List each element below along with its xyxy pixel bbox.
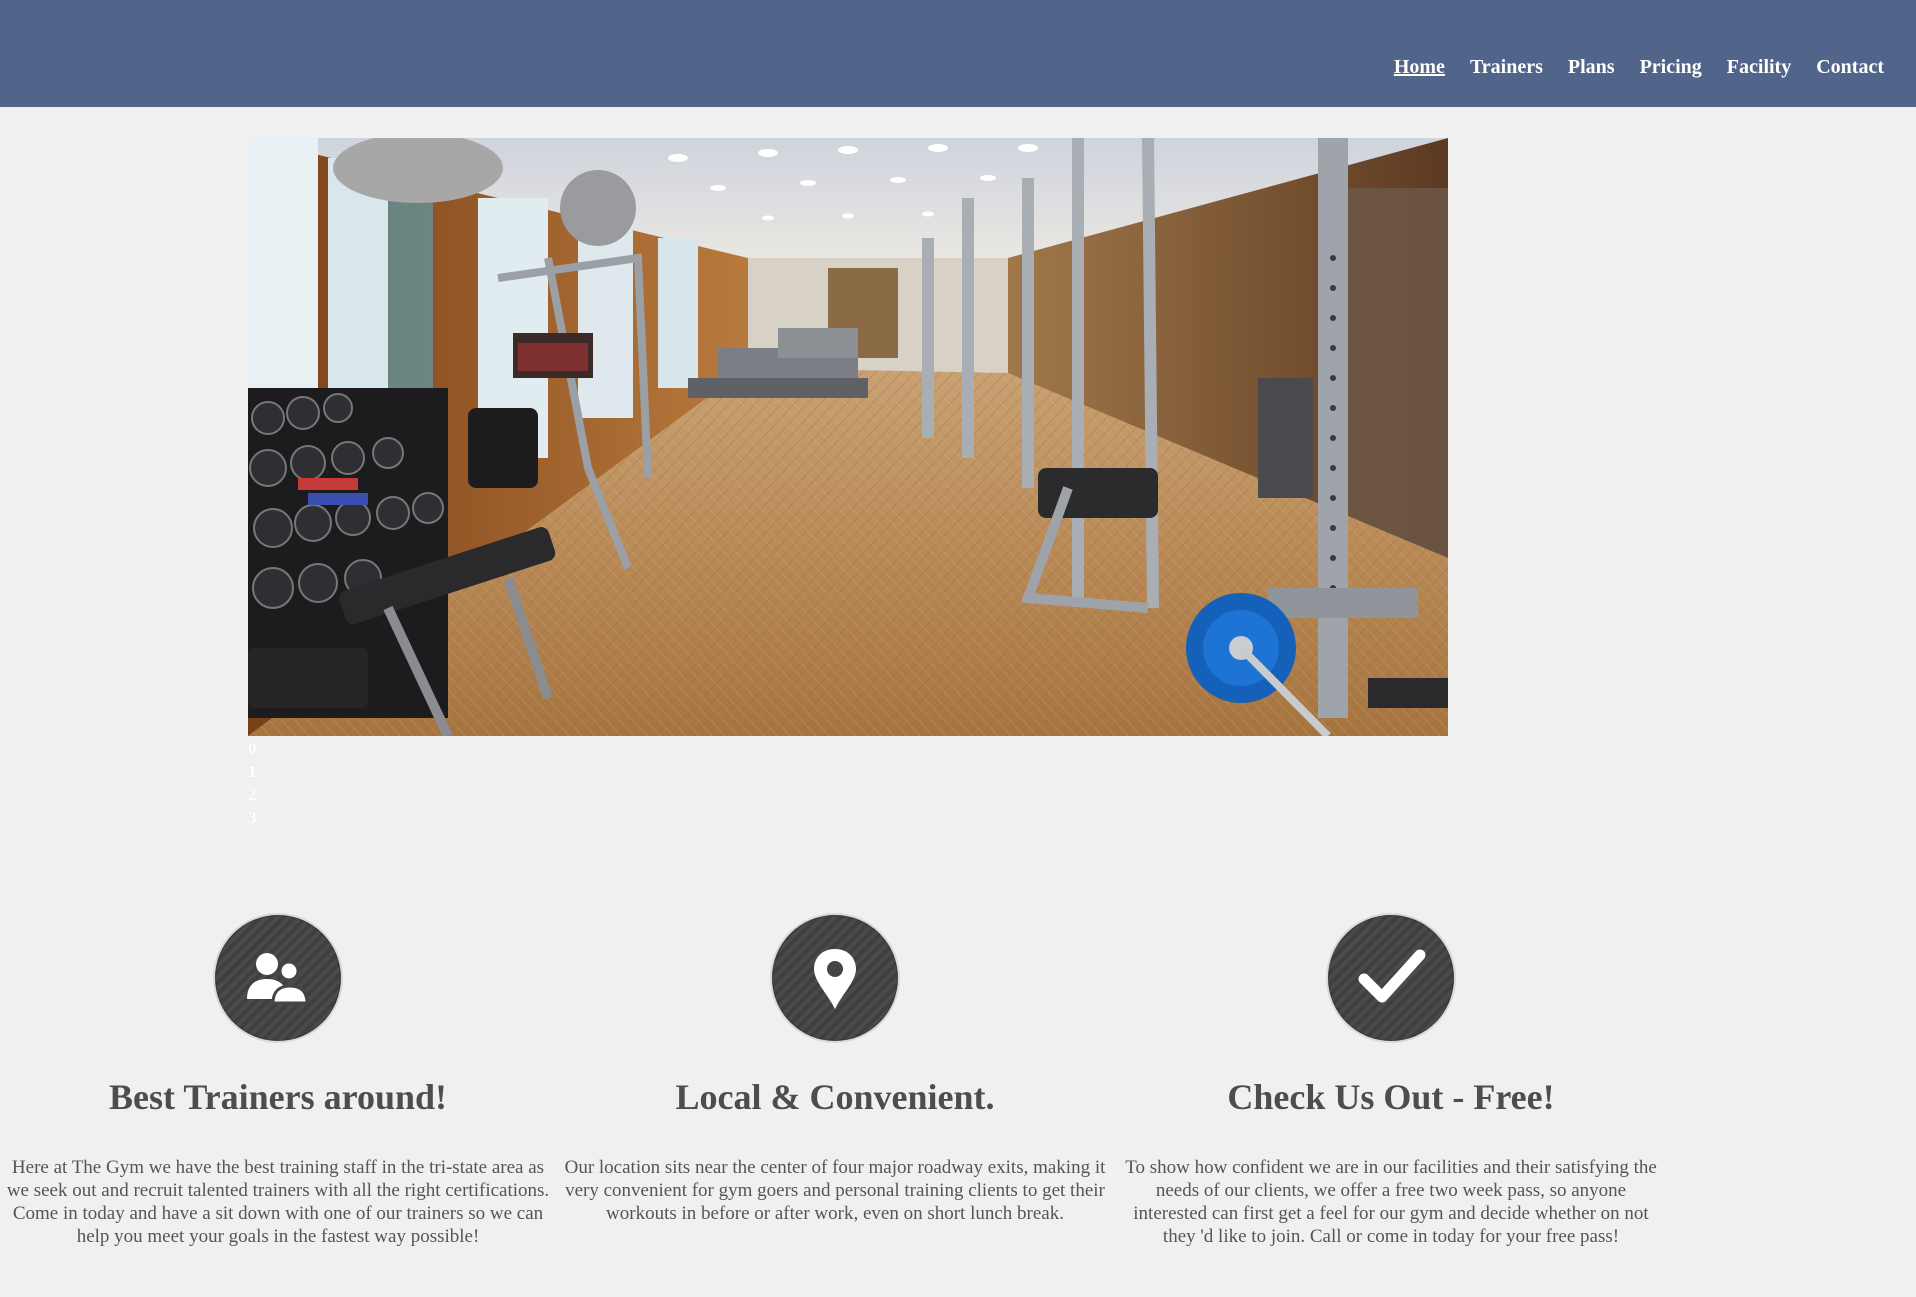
feature-title: Check Us Out - Free! bbox=[1227, 1077, 1555, 1117]
feature-location: Local & Convenient. Our location sits ne… bbox=[557, 915, 1113, 1225]
nav-link-home[interactable]: Home bbox=[1394, 55, 1445, 79]
slide-indicator[interactable]: 2 bbox=[248, 783, 257, 806]
main-nav: Home Trainers Plans Pricing Facility Con… bbox=[1394, 55, 1884, 79]
slide-indicator[interactable]: 3 bbox=[248, 806, 257, 829]
map-pin-icon bbox=[814, 949, 856, 1009]
checkmark-icon bbox=[1358, 949, 1426, 1003]
users-icon bbox=[247, 953, 309, 1005]
slide-indicator[interactable]: 0 bbox=[248, 737, 257, 760]
feature-badge bbox=[772, 915, 898, 1041]
nav-link-facility[interactable]: Facility bbox=[1727, 55, 1791, 79]
nav-link-plans[interactable]: Plans bbox=[1568, 55, 1615, 79]
feature-text: Our location sits near the center of fou… bbox=[564, 1157, 1106, 1224]
feature-badge bbox=[1328, 915, 1454, 1041]
hero-slider bbox=[248, 138, 1448, 736]
nav-link-contact[interactable]: Contact bbox=[1816, 55, 1884, 79]
feature-title: Local & Convenient. bbox=[675, 1077, 995, 1117]
nav-link-pricing[interactable]: Pricing bbox=[1640, 55, 1702, 79]
feature-text: Here at The Gym we have the best trainin… bbox=[6, 1157, 550, 1247]
slide-indicator[interactable]: 1 bbox=[248, 760, 257, 783]
feature-badge bbox=[215, 915, 341, 1041]
nav-link-trainers[interactable]: Trainers bbox=[1470, 55, 1543, 79]
site-header: Home Trainers Plans Pricing Facility Con… bbox=[0, 0, 1916, 107]
slide-indicators: 0 1 2 3 bbox=[248, 737, 257, 829]
feature-title: Best Trainers around! bbox=[108, 1077, 448, 1117]
gym-interior-photo bbox=[248, 138, 1448, 736]
feature-text: To show how confident we are in our faci… bbox=[1125, 1157, 1657, 1247]
feature-free-pass: Check Us Out - Free! To show how confide… bbox=[1113, 915, 1669, 1248]
feature-trainers: Best Trainers around! Here at The Gym we… bbox=[0, 915, 556, 1248]
